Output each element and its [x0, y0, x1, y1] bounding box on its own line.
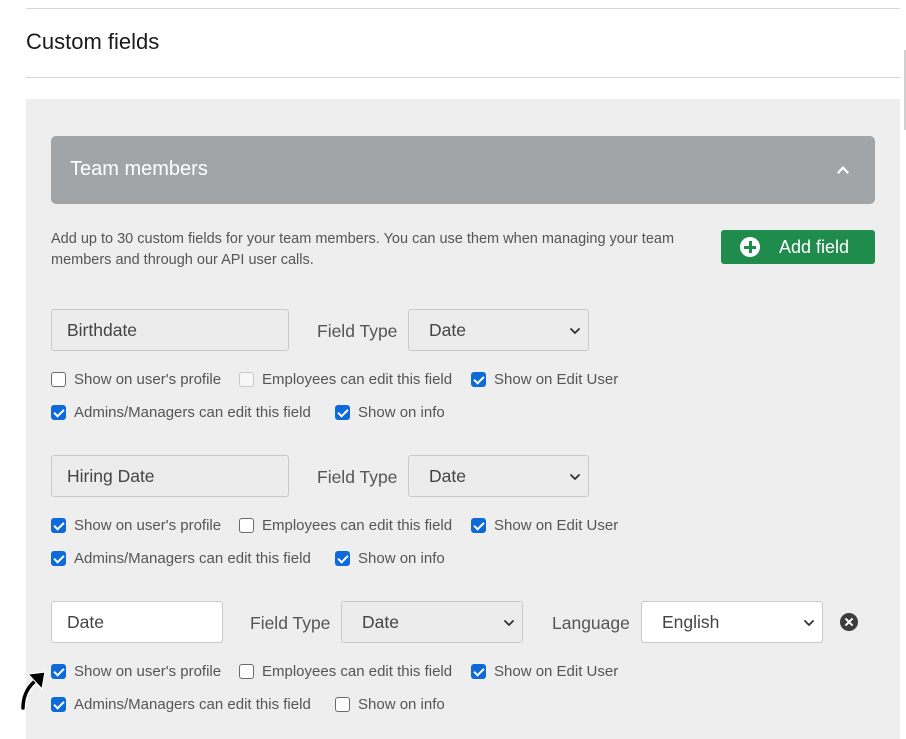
checkbox-label: Admins/Managers can edit this field	[74, 550, 311, 567]
admins-edit-checkbox[interactable]: Admins/Managers can edit this field	[51, 696, 311, 713]
show-profile-checkbox[interactable]: Show on user's profile	[51, 517, 221, 534]
team-members-header[interactable]: Team members	[51, 136, 875, 204]
field-type-label: Field Type	[317, 467, 398, 487]
checkbox-box[interactable]	[471, 518, 486, 533]
admins-edit-checkbox[interactable]: Admins/Managers can edit this field	[51, 550, 311, 567]
field-name-input[interactable]: Birthdate	[51, 309, 289, 351]
plus-circle-icon	[740, 237, 760, 257]
show-info-checkbox[interactable]: Show on info	[335, 696, 445, 713]
checkbox-label: Show on user's profile	[74, 663, 222, 680]
checkbox-label: Admins/Managers can edit this field	[74, 404, 311, 421]
field-type-value: Date	[429, 465, 466, 486]
checkbox-box[interactable]	[51, 372, 66, 387]
checkbox-box[interactable]	[239, 372, 254, 387]
chevron-down-icon	[804, 620, 814, 626]
field-type-label: Field Type	[317, 321, 398, 341]
section-title: Team members	[70, 158, 208, 180]
checkbox-label: Admins/Managers can edit this field	[74, 696, 311, 713]
chevron-down-icon	[570, 328, 580, 334]
employees-edit-checkbox[interactable]: Employees can edit this field	[239, 663, 452, 680]
employees-edit-checkbox[interactable]: Employees can edit this field	[239, 517, 452, 534]
checkbox-box[interactable]	[51, 551, 66, 566]
language-select[interactable]: English	[641, 601, 823, 643]
field-type-value: Date	[362, 611, 399, 632]
language-label: Language	[552, 613, 630, 633]
chevron-down-icon	[504, 620, 514, 626]
field-type-label: Field Type	[250, 613, 331, 633]
chevron-down-icon	[570, 474, 580, 480]
field-name-input[interactable]: Date	[51, 601, 223, 643]
checkbox-box[interactable]	[51, 405, 66, 420]
checkbox-box[interactable]	[51, 697, 66, 712]
field-type-value: Date	[429, 319, 466, 340]
chevron-up-icon[interactable]	[837, 164, 849, 176]
checkbox-label: Show on Edit User	[494, 517, 619, 534]
add-field-label: Add field	[779, 236, 850, 257]
admins-edit-checkbox[interactable]: Admins/Managers can edit this field	[51, 404, 311, 421]
top-divider	[26, 8, 900, 9]
show-edit-user-checkbox[interactable]: Show on Edit User	[471, 663, 618, 680]
show-profile-checkbox[interactable]: Show on user's profile	[51, 371, 221, 388]
checkbox-box[interactable]	[335, 551, 350, 566]
language-value: English	[662, 611, 720, 632]
checkbox-box[interactable]	[239, 518, 254, 533]
page-title: Custom fields	[26, 29, 160, 54]
checkbox-box[interactable]	[335, 697, 350, 712]
show-profile-checkbox[interactable]: Show on user's profile	[51, 663, 221, 680]
checkbox-box[interactable]	[471, 372, 486, 387]
checkbox-label: Show on Edit User	[494, 663, 619, 680]
checkbox-box[interactable]	[335, 405, 350, 420]
checkbox-label: Show on info	[358, 696, 445, 713]
show-edit-user-checkbox[interactable]: Show on Edit User	[471, 517, 618, 534]
field-type-select[interactable]: Date	[408, 309, 589, 351]
checkbox-label: Show on Edit User	[494, 371, 619, 388]
checkbox-box[interactable]	[239, 664, 254, 679]
employees-edit-checkbox[interactable]: Employees can edit this field	[239, 371, 452, 388]
show-edit-user-checkbox[interactable]: Show on Edit User	[471, 371, 618, 388]
show-info-checkbox[interactable]: Show on info	[335, 404, 445, 421]
checkbox-label: Employees can edit this field	[262, 517, 453, 534]
show-info-checkbox[interactable]: Show on info	[335, 550, 445, 567]
add-field-button[interactable]: Add field	[721, 230, 875, 264]
checkbox-box[interactable]	[51, 518, 66, 533]
close-circle-icon[interactable]	[840, 613, 858, 631]
checkbox-label: Employees can edit this field	[262, 371, 453, 388]
section-description: Add up to 30 custom fields for your team…	[51, 231, 675, 268]
checkbox-label: Employees can edit this field	[262, 663, 453, 680]
field-name-input[interactable]: Hiring Date	[51, 455, 289, 497]
checkbox-label: Show on info	[358, 404, 445, 421]
arrow-cursor-icon	[21, 671, 46, 710]
checkbox-label: Show on user's profile	[74, 371, 222, 388]
title-divider	[26, 77, 900, 78]
field-type-select[interactable]: Date	[341, 601, 523, 643]
checkbox-box[interactable]	[51, 664, 66, 679]
field-type-select[interactable]: Date	[408, 455, 589, 497]
checkbox-label: Show on user's profile	[74, 517, 222, 534]
checkbox-label: Show on info	[358, 550, 445, 567]
checkbox-box[interactable]	[471, 664, 486, 679]
